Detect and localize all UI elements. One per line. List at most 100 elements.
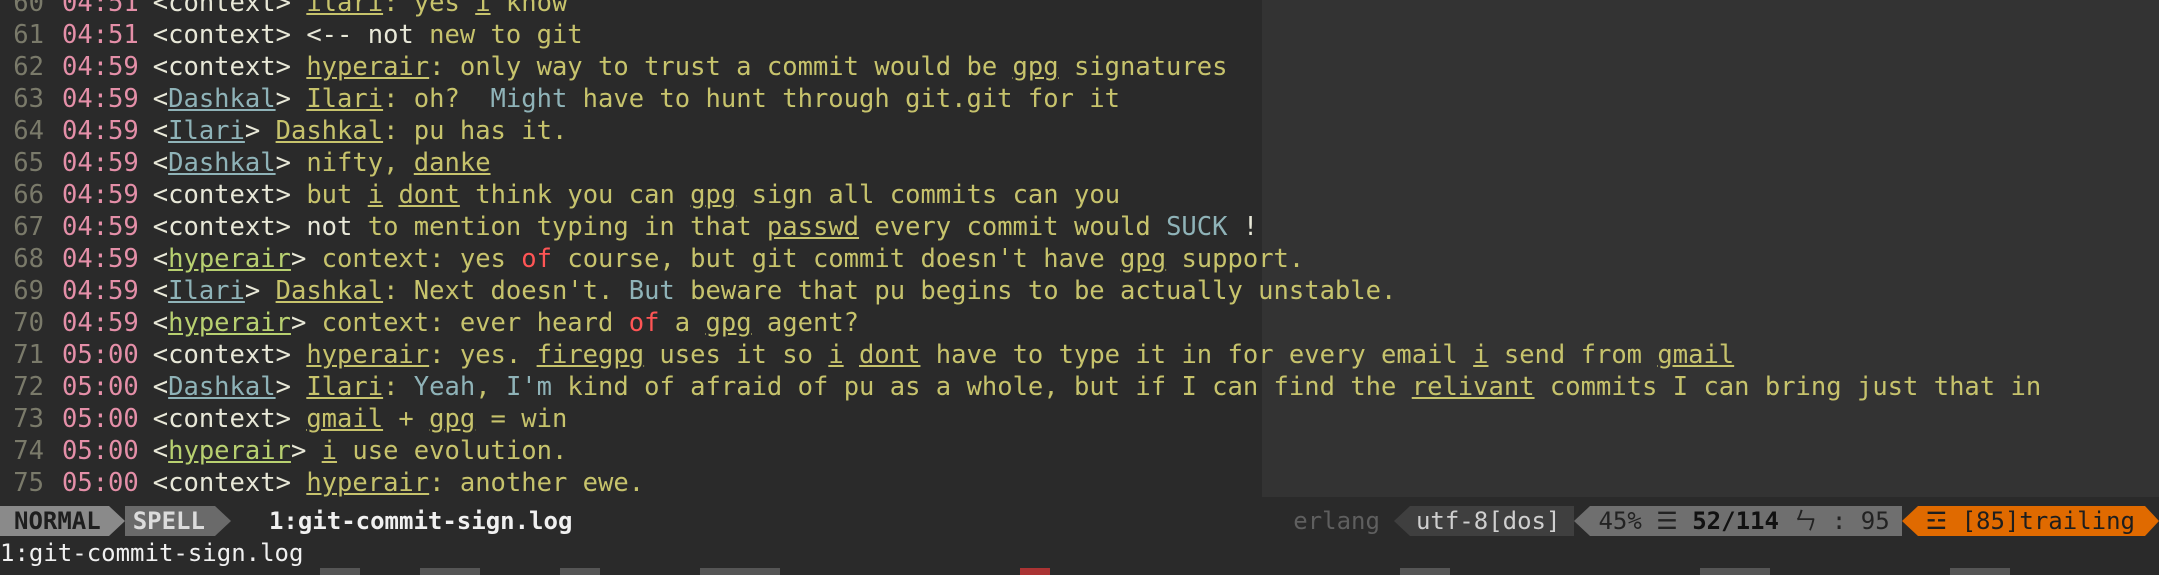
column-icon: ㄣ — [1793, 507, 1818, 535]
buffer-filename: 1:git-commit-sign.log — [268, 507, 573, 535]
file-encoding: utf-8[dos] — [1409, 506, 1575, 536]
buffer-line: 67 04:59 <context> not to mention typing i… — [0, 211, 2159, 243]
buffer-line: 65 04:59 <Dashkal> nifty, danke — [0, 147, 2159, 179]
nick: <context> — [152, 20, 307, 50]
line-number: 62 — [13, 52, 44, 82]
column-number: : 95 — [1831, 507, 1890, 535]
timestamp: 04:51 — [62, 20, 139, 50]
nick: <Dashkal> — [152, 148, 307, 178]
buffer-line: 74 05:00 <hyperair> i use evolution. — [0, 435, 2159, 467]
filetype: erlang — [1293, 507, 1380, 535]
lines-icon: ☰ — [1656, 507, 1678, 535]
timestamp: 04:51 — [62, 0, 139, 18]
buffer-line: 75 05:00 <context> hyperair: another ewe. — [0, 467, 2159, 499]
line-number: 69 — [13, 276, 44, 306]
trailing-whitespace-warning: ☲ [85]trailing — [1917, 506, 2145, 536]
message-text: Dashkal: Next doesn't. But beware that p… — [275, 276, 1397, 306]
timestamp: 04:59 — [62, 180, 139, 210]
buffer-line: 60 04:51 <context> ilari: yes i know — [0, 0, 2159, 19]
warning-text: [85]trailing — [1961, 507, 2135, 535]
timestamp: 05:00 — [62, 468, 139, 498]
message-text: Ilari: oh? Might have to hunt through gi… — [306, 84, 1120, 114]
command-line[interactable]: 1:git-commit-sign.log — [0, 537, 303, 569]
line-number: 75 — [13, 468, 44, 498]
buffer-line: 66 04:59 <context> but i dont think you ca… — [0, 179, 2159, 211]
buffer-line: 72 05:00 <Dashkal> Ilari: Yeah, I'm kind o… — [0, 371, 2159, 403]
message-text: not to mention typing in that passwd eve… — [306, 212, 1259, 242]
buffer-line: 70 04:59 <hyperair> context: ever heard of… — [0, 307, 2159, 339]
mode-separator — [108, 506, 125, 536]
message-text: Ilari: Yeah, I'm kind of afraid of pu as… — [306, 372, 2042, 402]
line-number: 66 — [13, 180, 44, 210]
line-number: 72 — [13, 372, 44, 402]
timestamp: 04:59 — [62, 116, 139, 146]
buffer-line: 62 04:59 <context> hyperair: only way to t… — [0, 51, 2159, 83]
timestamp: 05:00 — [62, 372, 139, 402]
line-number: 61 — [13, 20, 44, 50]
nick: <Ilari> — [152, 116, 276, 146]
mode-indicator: NORMAL — [0, 506, 109, 536]
timestamp: 05:00 — [62, 436, 139, 466]
warning-icon: ☲ — [1925, 507, 1948, 535]
timestamp: 04:59 — [62, 212, 139, 242]
nick: <context> — [152, 340, 307, 370]
buffer-line: 71 05:00 <context> hyperair: yes. firegpg … — [0, 339, 2159, 371]
message-text: but i dont think you can gpg sign all co… — [306, 180, 1121, 210]
line-number: 65 — [13, 148, 44, 178]
editor-buffer[interactable]: 60 04:51 <context> ilari: yes i know 61 04:5… — [0, 0, 2159, 499]
nick: <context> — [152, 180, 307, 210]
message-text: hyperair: another ewe. — [306, 468, 645, 498]
warning-separator — [1901, 506, 1918, 536]
nick: <hyperair> — [152, 436, 322, 466]
timestamp: 05:00 — [62, 404, 139, 434]
next-line-fragment — [0, 568, 2159, 575]
nick: <Ilari> — [152, 276, 276, 306]
timestamp: 04:59 — [62, 276, 139, 306]
spell-separator — [214, 506, 231, 536]
timestamp: 04:59 — [62, 148, 139, 178]
message-text: ilari: yes i know — [306, 0, 568, 18]
nick: <hyperair> — [152, 244, 322, 274]
timestamp: 04:59 — [62, 308, 139, 338]
line-number: 73 — [13, 404, 44, 434]
line-number: 67 — [13, 212, 44, 242]
nick: <Dashkal> — [152, 84, 307, 114]
line-number: 63 — [13, 84, 44, 114]
scroll-percent: 45% — [1598, 507, 1642, 535]
buffer-line: 64 04:59 <Ilari> Dashkal: pu has it. — [0, 115, 2159, 147]
nick: <context> — [152, 404, 307, 434]
position-separator — [1574, 506, 1591, 536]
line-number: 70 — [13, 308, 44, 338]
message-text: gmail + gpg = win — [306, 404, 568, 434]
line-number: 68 — [13, 244, 44, 274]
message-text: i use evolution. — [321, 436, 568, 466]
buffer-line: 73 05:00 <context> gmail + gpg = win — [0, 403, 2159, 435]
buffer-line: 68 04:59 <hyperair> context: yes of course… — [0, 243, 2159, 275]
timestamp: 04:59 — [62, 84, 139, 114]
timestamp: 04:59 — [62, 244, 139, 274]
message-text: <-- not new to git — [306, 20, 583, 50]
nick: <context> — [152, 52, 307, 82]
nick: <context> — [152, 0, 307, 18]
buffer-line: 61 04:51 <context> <-- not new to git — [0, 19, 2159, 51]
cursor-position: 45% ☰ 52/114 ㄣ : 95 — [1590, 506, 1902, 536]
nick: <hyperair> — [152, 308, 322, 338]
spell-indicator: SPELL — [124, 506, 215, 536]
nick: <Dashkal> — [152, 372, 307, 402]
message-text: hyperair: yes. firegpg uses it so i dont… — [306, 340, 1735, 370]
message-text: context: ever heard of a gpg agent? — [321, 308, 860, 338]
message-text: Dashkal: pu has it. — [275, 116, 568, 146]
message-text: hyperair: only way to trust a commit wou… — [306, 52, 1228, 82]
warning-end — [2145, 506, 2159, 536]
timestamp: 05:00 — [62, 340, 139, 370]
encoding-separator — [1393, 506, 1410, 536]
line-number: 60 — [13, 0, 44, 18]
buffer-line: 63 04:59 <Dashkal> Ilari: oh? Might have t… — [0, 83, 2159, 115]
message-text: nifty, danke — [306, 148, 491, 178]
nick: <context> — [152, 468, 307, 498]
message-text: context: yes of course, but git commit d… — [321, 244, 1305, 274]
line-position: 52/114 — [1692, 507, 1779, 535]
line-number: 71 — [13, 340, 44, 370]
timestamp: 04:59 — [62, 52, 139, 82]
buffer-line: 69 04:59 <Ilari> Dashkal: Next doesn't. Bu… — [0, 275, 2159, 307]
